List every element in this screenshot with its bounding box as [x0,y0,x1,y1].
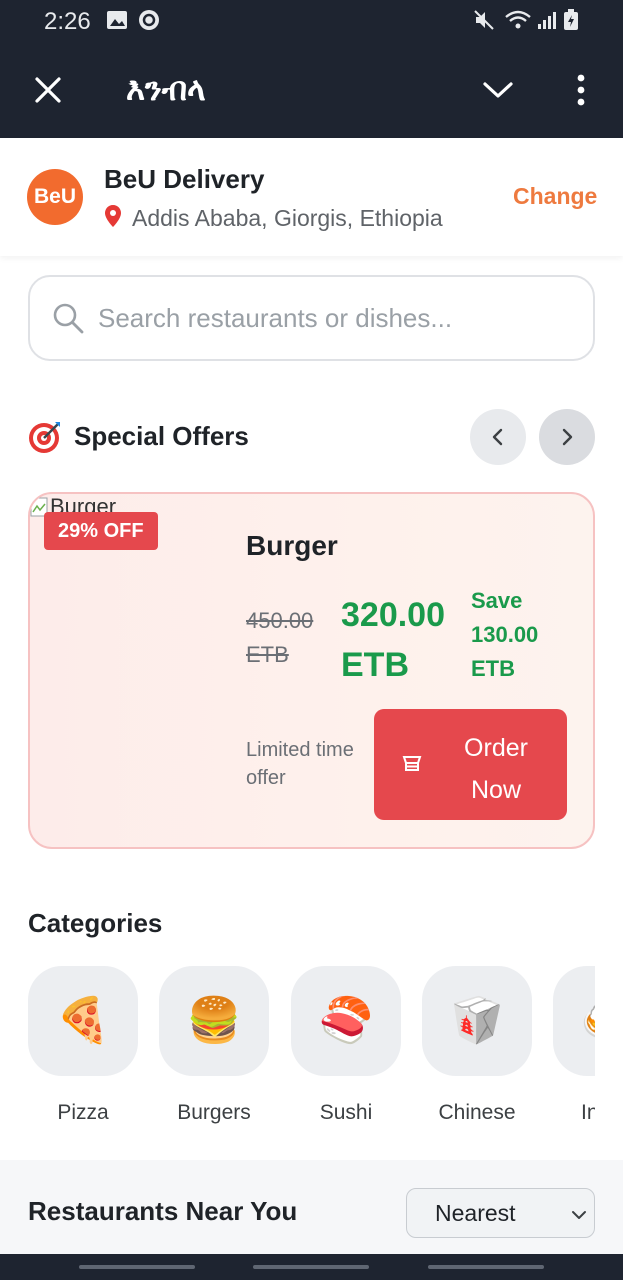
brand-logo: BeU [27,169,83,225]
sort-select[interactable]: Nearest [406,1188,595,1238]
location-text: Addis Ababa, Giorgis, Ethiopia [132,205,443,231]
special-offers-title: Special Offers [74,421,249,451]
nav-recents-handle[interactable] [79,1265,195,1269]
old-price: 450.00 ETB [246,608,314,667]
restaurants-section: Restaurants Near You Nearest [0,1160,623,1254]
chevron-down-icon [572,1211,586,1219]
chevron-right-icon [562,428,573,446]
category-label: Sushi [319,1101,373,1124]
status-bar: 2:26 [0,0,623,44]
category-label: Chinese [438,1101,516,1124]
category-sushi[interactable]: 🍣 Sushi [291,966,401,1136]
app-bar: እንብላ [0,44,623,138]
app-title: እንብላ [126,70,206,108]
categories-title: Categories [28,908,163,938]
new-price: 320.00 ETB [341,596,445,684]
offers-prev-button[interactable] [470,409,526,465]
category-burgers[interactable]: 🍔 Burgers [159,966,269,1136]
system-navigation-bar [0,1254,623,1280]
more-options-icon[interactable] [559,68,603,112]
nav-home-handle[interactable] [253,1265,369,1269]
order-now-label: Order Now [464,734,528,804]
categories-list[interactable]: 🍕 Pizza 🍔 Burgers 🍣 Sushi 🥡 Chinese 🍛 In [28,966,595,1136]
category-label: In [581,1101,595,1124]
discount-badge: 29% OFF [44,512,158,550]
curry-icon: 🍛 [553,966,595,1076]
close-icon[interactable] [26,68,70,112]
pizza-icon: 🍕 [28,966,138,1076]
location-header: BeU BeU Delivery Addis Ababa, Giorgis, E… [0,138,623,256]
search-input[interactable] [98,279,578,357]
wifi-icon [505,10,531,29]
order-now-button[interactable]: Order Now [374,709,567,820]
delivery-location: Addis Ababa, Giorgis, Ethiopia [104,204,443,232]
category-label: Burgers [177,1101,251,1124]
sushi-icon: 🍣 [291,966,401,1076]
search-bar[interactable] [28,275,595,361]
category-pizza[interactable]: 🍕 Pizza [28,966,138,1136]
restaurants-title: Restaurants Near You [28,1196,298,1226]
offer-dish-name: Burger [246,530,338,561]
chevron-left-icon [492,428,503,446]
signal-icon [538,12,556,29]
category-label: Pizza [57,1101,109,1124]
category-chinese[interactable]: 🥡 Chinese [422,966,532,1136]
offer-card[interactable]: Burger 29% OFF Burger 450.00 ETB 320.00 … [28,492,595,849]
chevron-down-icon[interactable] [476,68,520,112]
sync-icon [139,10,159,30]
change-location-button[interactable]: Change [513,183,597,210]
offers-next-button[interactable] [539,409,595,465]
location-pin-icon [105,205,121,227]
cart-icon [402,756,422,771]
sort-value: Nearest [435,1200,516,1226]
target-icon [29,422,60,453]
mute-icon [474,10,494,30]
category-indian[interactable]: 🍛 In [553,966,595,1136]
status-time: 2:26 [44,8,91,35]
takeout-box-icon: 🥡 [422,966,532,1076]
brand-name: BeU Delivery [104,164,265,194]
savings-text: Save 130.00 ETB [471,588,539,681]
gallery-icon [107,11,127,29]
burger-icon: 🍔 [159,966,269,1076]
battery-icon [564,9,578,30]
search-icon [53,303,84,334]
limited-time-text: Limited time offer [246,739,354,789]
nav-back-handle[interactable] [428,1265,544,1269]
